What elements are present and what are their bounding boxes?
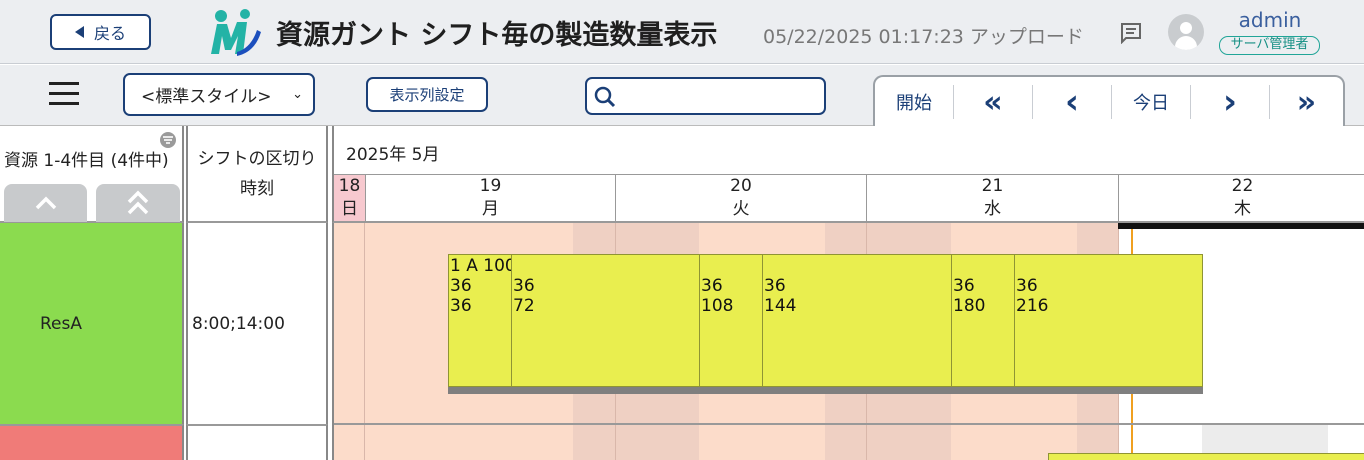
double-chevron-up-icon	[127, 190, 149, 215]
search-box[interactable]	[585, 77, 826, 115]
filter-icon[interactable]	[159, 131, 177, 149]
avatar-body	[1175, 36, 1197, 50]
start-button[interactable]: 開始	[875, 77, 953, 127]
app-header: 戻る 資源ガント シフト毎の製造数量表示 05/22/2025 01:17:23…	[0, 0, 1364, 64]
back-arrow-icon	[74, 26, 84, 38]
today-marker-bar	[1118, 223, 1364, 229]
style-select[interactable]: <標準スタイル> ⌄	[123, 73, 315, 116]
avatar[interactable]	[1168, 14, 1204, 50]
scroll-top-button[interactable]	[96, 184, 180, 222]
progress-bar	[448, 386, 1203, 394]
username[interactable]: admin	[1218, 8, 1322, 32]
last-page-button[interactable]: »	[1270, 77, 1343, 127]
upload-timestamp: 05/22/2025 01:17:23 アップロード	[763, 26, 1084, 48]
shift-header-line2: 時刻	[240, 179, 274, 199]
task-bar[interactable]: 36 144	[762, 254, 952, 387]
search-input[interactable]	[621, 83, 817, 109]
shift-cell	[186, 424, 328, 460]
task-bar[interactable]: 36 72	[511, 254, 700, 387]
day-weekday: 日	[341, 199, 358, 219]
menu-icon[interactable]	[49, 80, 79, 106]
page-title: 資源ガント シフト毎の製造数量表示	[276, 20, 718, 51]
day-weekday: 月	[482, 199, 499, 219]
resource-count-title: 資源 1-4件目 (4件中)	[4, 151, 169, 171]
day-header: 21 水	[866, 175, 1118, 221]
day-date: 22	[1231, 176, 1254, 196]
gantt-header: 2025年 5月 18 日 19 月 20 火 21 水 22 木	[332, 126, 1364, 223]
today-button[interactable]: 今日	[1112, 77, 1190, 127]
shift-cell: 8:00;14:00	[186, 223, 328, 424]
chat-icon[interactable]	[1120, 22, 1142, 44]
date-navigation: 開始 « ‹ 今日 › »	[873, 75, 1345, 127]
role-badge: サーバ管理者	[1219, 36, 1320, 55]
shift-header-line1: シフトの区切り	[197, 149, 317, 169]
style-select-value: <標準スタイル>	[141, 87, 272, 107]
prev-button[interactable]: ‹	[1033, 77, 1111, 127]
shift-times: 8:00;14:00	[192, 314, 285, 334]
first-page-button[interactable]: «	[954, 77, 1032, 127]
task-bar[interactable]: 1 A 1000 36 36	[448, 254, 512, 387]
search-icon	[594, 86, 616, 108]
day-header: 20 火	[615, 175, 866, 221]
toolbar: <標準スタイル> ⌄ 表示列設定 開始 « ‹ 今日 › »	[0, 65, 1364, 127]
task-bar[interactable]	[1048, 453, 1364, 460]
day-date: 18	[338, 176, 361, 196]
chevron-up-icon	[35, 196, 56, 210]
resource-name: ResA	[40, 314, 82, 334]
column-settings-button[interactable]: 表示列設定	[366, 77, 488, 112]
resource-row[interactable]: ResA	[0, 223, 184, 424]
next-button[interactable]: ›	[1191, 77, 1269, 127]
day-header: 19 月	[365, 175, 615, 221]
day-weekday: 水	[984, 199, 1001, 219]
task-bar[interactable]: 36 108	[699, 254, 763, 387]
app-logo	[211, 9, 261, 56]
task-bar[interactable]: 36 216	[1014, 254, 1203, 387]
day-date: 20	[730, 176, 752, 196]
day-weekday: 火	[732, 199, 750, 219]
task-bar[interactable]: 36 180	[951, 254, 1015, 387]
avatar-head	[1180, 22, 1192, 34]
back-button-label: 戻る	[93, 24, 126, 43]
day-weekday: 木	[1234, 199, 1251, 219]
gantt-body: 1 A 1000 36 36 36 72 36 108 36 144 36 18…	[332, 223, 1364, 460]
day-date: 19	[479, 176, 502, 196]
month-label: 2025年 5月	[346, 145, 440, 165]
resource-header: 資源 1-4件目 (4件中)	[0, 126, 184, 223]
day-date: 21	[981, 176, 1004, 196]
day-header: 18 日	[334, 175, 365, 221]
scroll-up-button[interactable]	[4, 184, 87, 222]
shift-column-header: シフトの区切り 時刻	[186, 126, 328, 223]
back-button[interactable]: 戻る	[50, 14, 151, 50]
resource-row[interactable]	[0, 424, 184, 460]
chevron-down-icon: ⌄	[292, 87, 303, 102]
day-header: 22 木	[1118, 175, 1364, 221]
